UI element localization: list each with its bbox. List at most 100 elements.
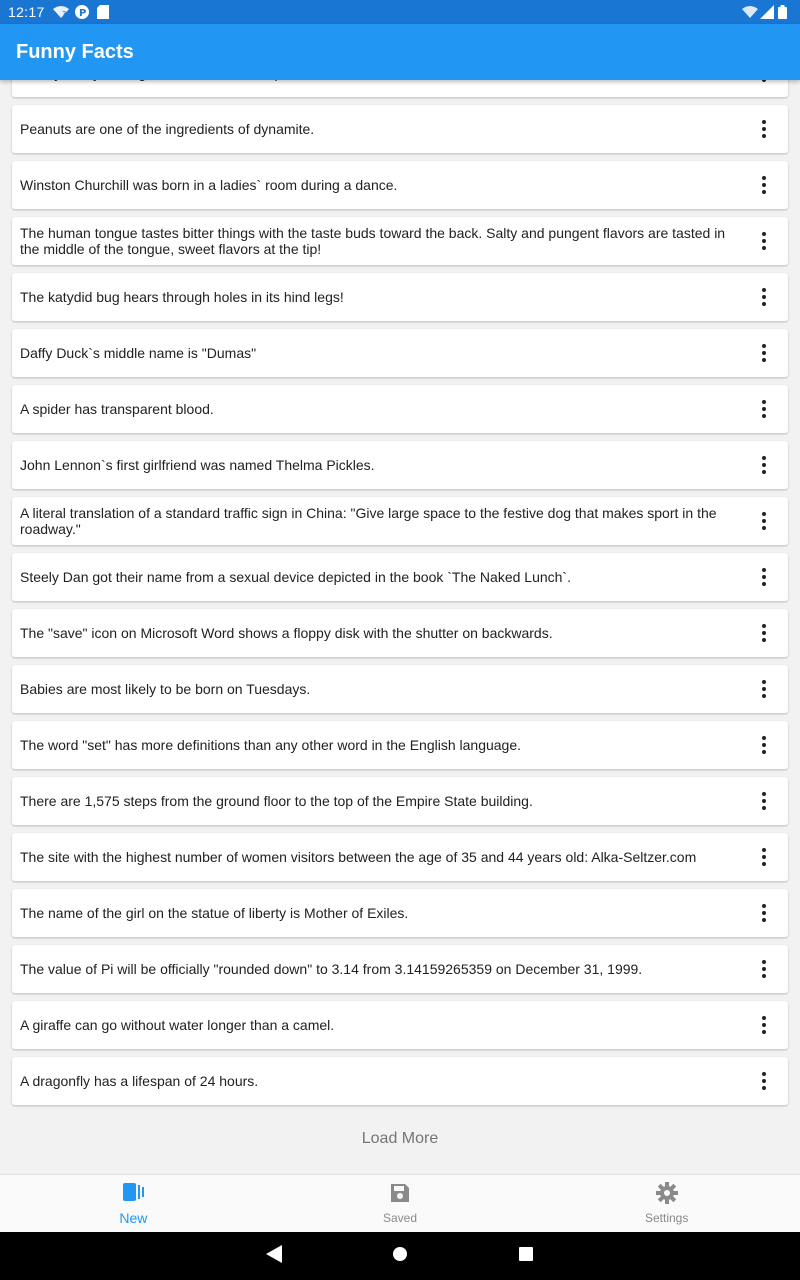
more-vert-icon[interactable] (752, 453, 776, 477)
svg-text:?: ? (62, 10, 66, 19)
app-bar: Funny Facts (0, 24, 800, 80)
menu-dot (762, 400, 766, 404)
menu-dot (762, 1072, 766, 1076)
more-vert-icon[interactable] (752, 229, 776, 253)
more-vert-icon[interactable] (752, 1069, 776, 1093)
menu-dot (762, 638, 766, 642)
fact-text: There are 1,575 steps from the ground fl… (20, 793, 533, 809)
menu-dot (762, 680, 766, 684)
menu-dot (762, 407, 766, 411)
menu-dot (762, 456, 766, 460)
fact-text: Winston Churchill was born in a ladies` … (20, 177, 398, 193)
more-vert-icon[interactable] (752, 621, 776, 645)
fact-card[interactable]: Steely Dan got their name from a sexual … (12, 553, 788, 601)
menu-dot (762, 239, 766, 243)
fact-card[interactable]: A dragonfly has a lifespan of 24 hours. (12, 1057, 788, 1105)
book-icon (121, 1181, 145, 1208)
more-vert-icon[interactable] (752, 901, 776, 925)
more-vert-icon[interactable] (752, 733, 776, 757)
menu-dot (762, 582, 766, 586)
nav-label-settings: Settings (645, 1211, 689, 1225)
nav-item-new[interactable]: New (0, 1175, 267, 1232)
menu-dot (762, 470, 766, 474)
nav-item-settings[interactable]: Settings (533, 1175, 800, 1232)
wifi-icon (742, 5, 758, 19)
menu-dot (762, 288, 766, 292)
save-icon (389, 1182, 411, 1209)
fact-text: Peanuts are one of the ingredients of dy… (20, 121, 315, 137)
fact-card[interactable]: The site with the highest number of wome… (12, 833, 788, 881)
recents-icon[interactable] (518, 1246, 534, 1267)
more-vert-icon[interactable] (752, 789, 776, 813)
menu-dot (762, 974, 766, 978)
fact-card[interactable]: A literal translation of a standard traf… (12, 497, 788, 545)
menu-dot (762, 302, 766, 306)
fact-card[interactable]: The name of the girl on the statue of li… (12, 889, 788, 937)
fact-card[interactable]: John Lennon`s first girlfriend was named… (12, 441, 788, 489)
fact-text: The "save" icon on Microsoft Word shows … (20, 625, 553, 641)
more-vert-icon[interactable] (752, 509, 776, 533)
nav-label-saved: Saved (382, 1211, 418, 1225)
load-more-button[interactable]: Load More (0, 1130, 800, 1148)
fact-card[interactable]: each year by adding most of the month Ap… (12, 80, 788, 97)
fact-card[interactable]: The katydid bug hears through holes in i… (12, 273, 788, 321)
menu-dot (762, 960, 766, 964)
fact-text: A spider has transparent blood. (20, 401, 214, 417)
fact-card[interactable]: The value of Pi will be officially "roun… (12, 945, 788, 993)
more-vert-icon[interactable] (752, 117, 776, 141)
p-app-icon: P (74, 5, 89, 19)
fact-card[interactable]: A giraffe can go without water longer th… (12, 1001, 788, 1049)
menu-dot (762, 120, 766, 124)
fact-card[interactable]: Daffy Duck`s middle name is "Dumas" (12, 329, 788, 377)
sd-card-icon (96, 5, 111, 19)
fact-card[interactable]: Babies are most likely to be born on Tue… (12, 665, 788, 713)
menu-dot (762, 799, 766, 803)
more-vert-icon[interactable] (752, 957, 776, 981)
fact-text: The katydid bug hears through holes in i… (20, 289, 344, 305)
more-vert-icon[interactable] (752, 285, 776, 309)
home-icon[interactable] (392, 1246, 408, 1267)
more-vert-icon[interactable] (752, 173, 776, 197)
menu-dot (762, 512, 766, 516)
fact-list: each year by adding most of the month Ap… (12, 80, 788, 1113)
menu-dot (762, 806, 766, 810)
more-vert-icon[interactable] (752, 397, 776, 421)
fact-text: A literal translation of a standard traf… (20, 505, 717, 537)
menu-dot (762, 246, 766, 250)
menu-dot (762, 862, 766, 866)
more-vert-icon[interactable] (752, 565, 776, 589)
fact-card[interactable]: The human tongue tastes bitter things wi… (12, 217, 788, 265)
menu-dot (762, 1023, 766, 1027)
fact-card[interactable]: Winston Churchill was born in a ladies` … (12, 161, 788, 209)
menu-dot (762, 792, 766, 796)
signal-icon (760, 5, 774, 19)
more-vert-icon[interactable] (752, 677, 776, 701)
fact-card[interactable]: The "save" icon on Microsoft Word shows … (12, 609, 788, 657)
app-title: Funny Facts (16, 40, 134, 63)
menu-dot (762, 694, 766, 698)
facts-list-area[interactable]: each year by adding most of the month Ap… (0, 80, 800, 1174)
fact-text: The value of Pi will be officially "roun… (20, 961, 643, 977)
menu-dot (762, 176, 766, 180)
fact-text: A dragonfly has a lifespan of 24 hours. (20, 1073, 259, 1089)
more-vert-icon[interactable] (752, 341, 776, 365)
menu-dot (762, 80, 766, 82)
menu-dot (762, 1030, 766, 1034)
menu-dot (762, 358, 766, 362)
menu-dot (762, 519, 766, 523)
nav-item-saved[interactable]: Saved (267, 1175, 534, 1232)
back-icon[interactable] (266, 1244, 282, 1268)
fact-card[interactable]: Peanuts are one of the ingredients of dy… (12, 105, 788, 153)
menu-dot (762, 344, 766, 348)
menu-dot (762, 295, 766, 299)
more-vert-icon[interactable] (752, 80, 776, 85)
more-vert-icon[interactable] (752, 1013, 776, 1037)
fact-card[interactable]: There are 1,575 steps from the ground fl… (12, 777, 788, 825)
more-vert-icon[interactable] (752, 845, 776, 869)
fact-card[interactable]: A spider has transparent blood. (12, 385, 788, 433)
menu-dot (762, 750, 766, 754)
menu-dot (762, 911, 766, 915)
menu-dot (762, 1086, 766, 1090)
menu-dot (762, 463, 766, 467)
fact-card[interactable]: The word "set" has more definitions than… (12, 721, 788, 769)
